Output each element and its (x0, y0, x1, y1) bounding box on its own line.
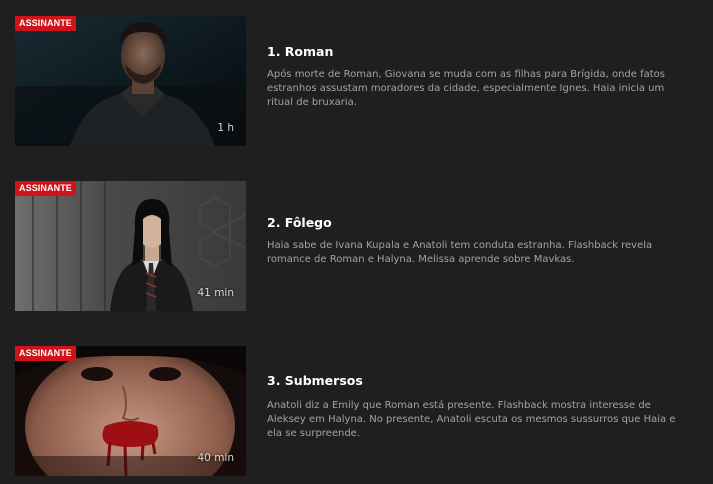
episode-duration: 40 min (197, 452, 235, 464)
episode-item-2: ASSINANTE 41 min 2. Fôlego Haia sabe de … (15, 181, 705, 311)
episode-thumbnail-1[interactable]: ASSINANTE 1 h (15, 16, 246, 146)
episode-title[interactable]: 2. Fôlego (267, 215, 332, 230)
episode-description: Haia sabe de Ivana Kupala e Anatoli tem … (267, 240, 653, 265)
episode-thumbnail-3[interactable]: ASSINANTE 40 min (15, 346, 246, 476)
episode-thumbnail-2[interactable]: ASSINANTE 41 min (15, 181, 246, 311)
subscriber-badge: ASSINANTE (15, 16, 76, 31)
episode-thumbnail-image-1 (15, 16, 246, 146)
subscriber-badge: ASSINANTE (15, 181, 76, 196)
episode-title[interactable]: 1. Roman (267, 44, 333, 59)
episode-item-1: ASSINANTE 1 h 1. Roman Após morte de Rom… (15, 16, 705, 146)
episode-item-3: ASSINANTE 40 min 3. Submersos Anatoli di… (15, 346, 705, 476)
episode-title[interactable]: 3. Submersos (267, 373, 363, 388)
episode-description: Após morte de Roman, Giovana se muda com… (267, 69, 666, 108)
episode-duration: 41 min (197, 287, 235, 299)
episode-list: ASSINANTE 1 h 1. Roman Após morte de Rom… (0, 0, 713, 484)
subscriber-badge: ASSINANTE (15, 346, 76, 361)
episode-description: Anatoli diz a Emily que Roman está prese… (267, 400, 676, 439)
episode-duration: 1 h (217, 122, 234, 134)
